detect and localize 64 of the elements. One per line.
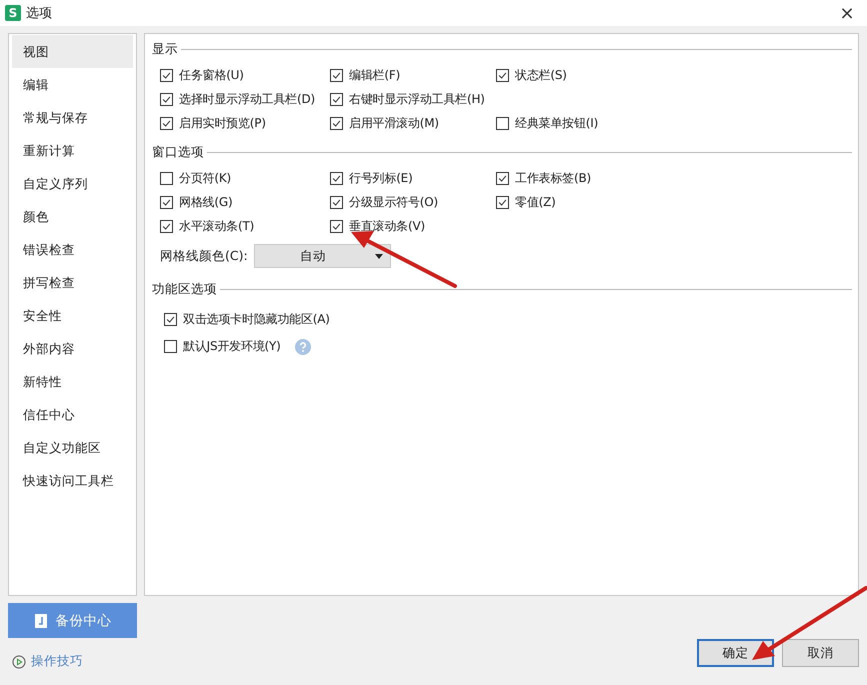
option-label: 水平滚动条(T): [179, 218, 254, 234]
sidebar-item[interactable]: 自定义功能区: [12, 431, 133, 464]
checkbox[interactable]: [164, 340, 177, 353]
play-icon: [12, 654, 26, 668]
sidebar-item[interactable]: 错误检查: [12, 233, 133, 266]
window-title: 选项: [26, 5, 52, 22]
sidebar-item[interactable]: 拼写检查: [12, 266, 133, 299]
checkbox[interactable]: [160, 196, 173, 208]
color-dropdown[interactable]: 自动: [254, 244, 391, 268]
option-label: 启用平滑滚动(M): [349, 114, 439, 132]
checkbox[interactable]: [496, 196, 509, 208]
document-icon: [34, 612, 48, 628]
checkbox[interactable]: [496, 68, 509, 82]
sidebar-item[interactable]: 视图: [12, 35, 133, 68]
sidebar-item[interactable]: 自定义序列: [12, 167, 133, 200]
checkbox[interactable]: [330, 68, 343, 82]
option-label: 选择时显示浮动工具栏(D): [179, 90, 316, 108]
option-label: 零值(Z): [515, 194, 556, 210]
checkbox[interactable]: [330, 92, 343, 106]
section-title: 功能区选项: [152, 280, 217, 298]
checkbox[interactable]: [330, 196, 343, 208]
option-label: 分页符(K): [179, 170, 232, 186]
option-label: 启用实时预览(P): [179, 114, 266, 132]
sidebar-item[interactable]: 新特性: [12, 365, 133, 398]
checkbox[interactable]: [330, 172, 343, 184]
checkbox[interactable]: [164, 313, 177, 326]
option-label: 默认JS开发环境(Y): [183, 338, 281, 355]
checkbox[interactable]: [160, 172, 173, 184]
sidebar-item[interactable]: 安全性: [12, 299, 133, 332]
caret-icon: [374, 254, 383, 259]
option-label: 分级显示符号(O): [349, 194, 438, 210]
option-label: 双击选项卡时隐藏功能区(A): [183, 311, 330, 328]
app-logo-icon: S: [5, 5, 21, 21]
checkbox[interactable]: [496, 116, 509, 130]
sidebar-item[interactable]: 信任中心: [12, 398, 133, 431]
checkbox[interactable]: [330, 220, 343, 232]
section-title: 窗口选项: [152, 144, 204, 160]
option-label: 网格线(G): [179, 194, 232, 210]
option-label: 工作表标签(B): [515, 170, 591, 186]
section-title: 显示: [152, 40, 178, 58]
option-label: 编辑栏(F): [349, 66, 400, 84]
sidebar-item[interactable]: 重新计算: [12, 134, 133, 167]
checkbox[interactable]: [330, 116, 343, 130]
checkbox[interactable]: [160, 220, 173, 232]
option-label: 状态栏(S): [515, 66, 567, 84]
option-label: 经典菜单按钮(I): [515, 114, 598, 132]
checkbox[interactable]: [496, 172, 509, 184]
field-label: 网格线颜色(C):: [160, 248, 248, 264]
sidebar-item[interactable]: 外部内容: [12, 332, 133, 365]
close-button[interactable]: ×: [827, 0, 867, 26]
option-label: 任务窗格(U): [179, 66, 244, 84]
sidebar-item[interactable]: 编辑: [12, 68, 133, 101]
option-label: 行号列标(E): [349, 170, 413, 186]
dialog-button[interactable]: 确定: [697, 639, 774, 667]
tips-link[interactable]: 操作技巧: [31, 653, 83, 670]
option-label: 垂直滚动条(V): [349, 218, 425, 234]
sidebar-item[interactable]: 快速访问工具栏: [12, 464, 133, 497]
sidebar-item[interactable]: 颜色: [12, 200, 133, 233]
dialog-button[interactable]: 取消: [782, 639, 859, 667]
option-label: 右键时显示浮动工具栏(H): [349, 90, 485, 108]
checkbox[interactable]: [160, 116, 173, 130]
checkbox[interactable]: [160, 68, 173, 82]
checkbox[interactable]: [160, 92, 173, 106]
sidebar-item[interactable]: 常规与保存: [12, 101, 133, 134]
